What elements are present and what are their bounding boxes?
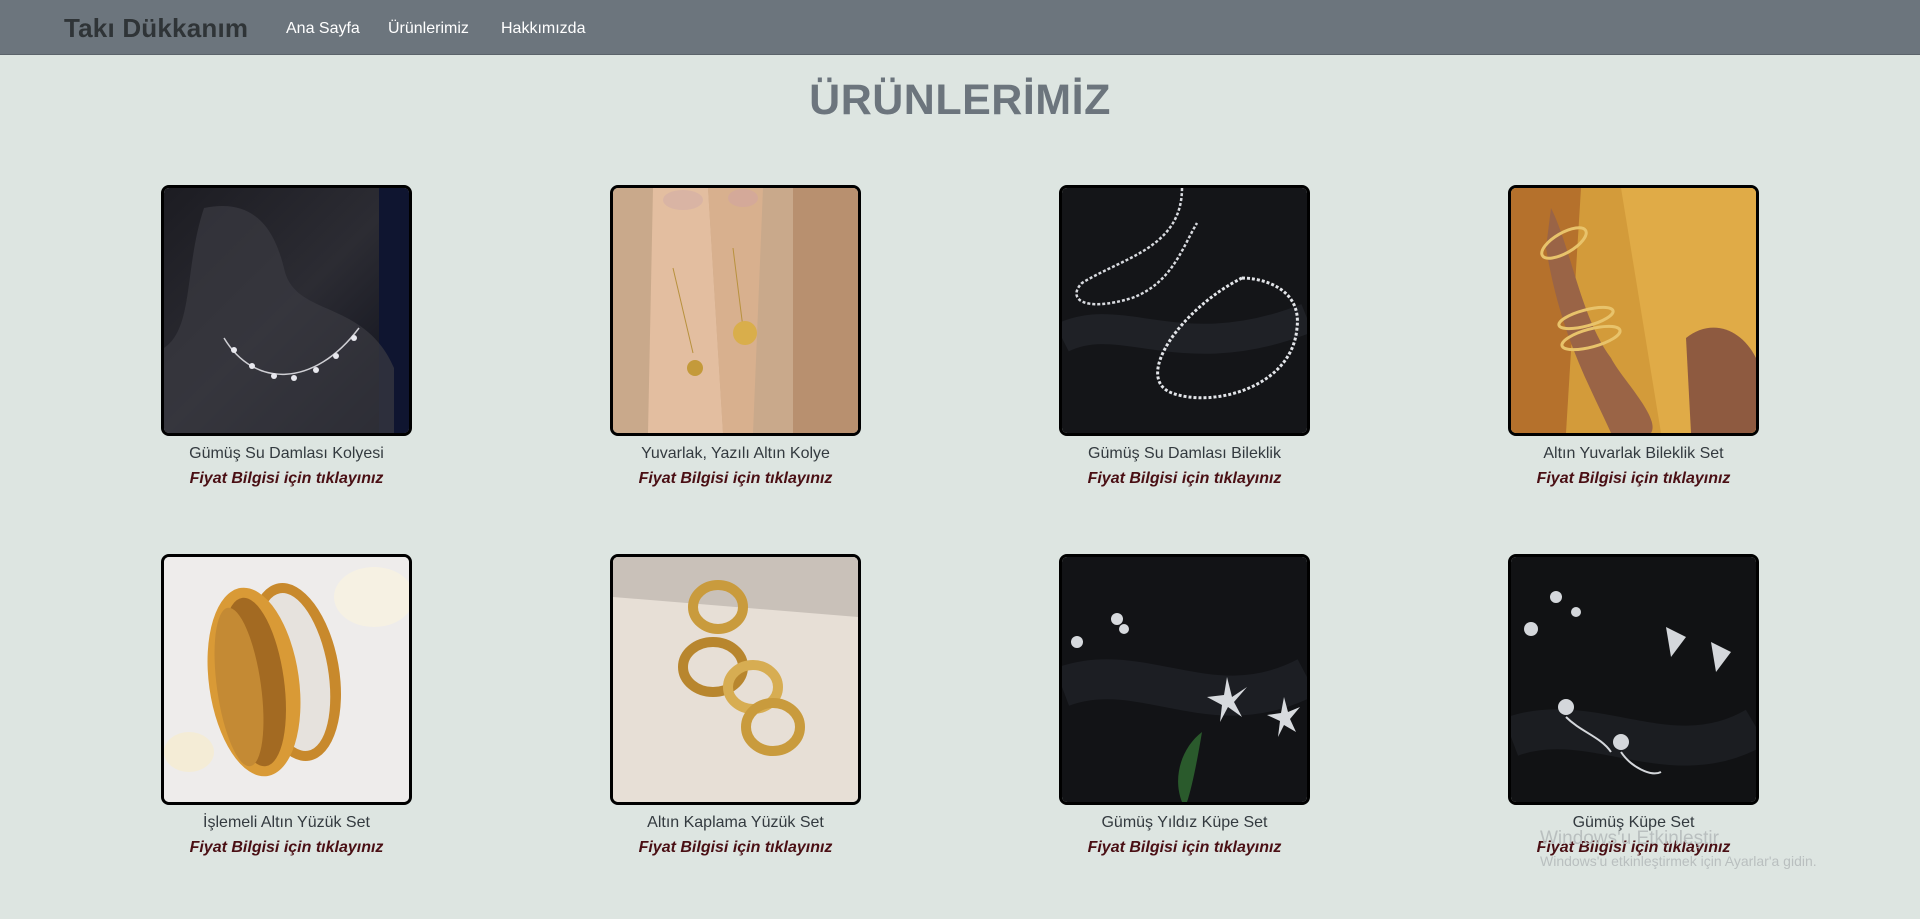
product-image-gold-engraved-necklace[interactable] (610, 185, 861, 436)
product-image-silver-bracelet[interactable] (1059, 185, 1310, 436)
watermark-title: Windows'u Etkinleştir (1540, 828, 1719, 849)
price-info-link[interactable]: Fiyat Bilgisi için tıklayınız (1488, 469, 1779, 489)
product-card: Altın Kaplama Yüzük Set Fiyat Bilgisi iç… (610, 554, 861, 858)
product-image-silver-star-earrings[interactable] (1059, 554, 1310, 805)
product-name: Altın Kaplama Yüzük Set (647, 814, 824, 831)
nav-link-home[interactable]: Ana Sayfa (286, 20, 360, 38)
price-info-link[interactable]: Fiyat Bilgisi için tıklayınız (1039, 469, 1330, 489)
product-name: Altın Yuvarlak Bileklik Set (1543, 445, 1724, 462)
top-navbar: Takı Dükkanım Ana Sayfa Ürünlerimiz Hakk… (0, 0, 1920, 55)
product-name: Gümüş Su Damlası Kolyesi (189, 445, 384, 462)
product-card: Gümüş Yıldız Küpe Set Fiyat Bilgisi için… (1059, 554, 1310, 858)
product-card: Yuvarlak, Yazılı Altın Kolye Fiyat Bilgi… (610, 185, 861, 489)
price-info-link[interactable]: Fiyat Bilgisi için tıklayınız (141, 469, 432, 489)
product-card: Altın Yuvarlak Bileklik Set Fiyat Bilgis… (1508, 185, 1759, 489)
product-card: İşlemeli Altın Yüzük Set Fiyat Bilgisi i… (161, 554, 412, 858)
watermark-subtitle: Windows'u etkinleştirmek için Ayarlar'a … (1540, 853, 1817, 869)
brand-logo-link[interactable]: Takı Dükkanım (64, 13, 248, 44)
nav-link-about[interactable]: Hakkımızda (501, 20, 585, 38)
product-image-silver-earrings-set[interactable] (1508, 554, 1759, 805)
product-card: Gümüş Su Damlası Bileklik Fiyat Bilgisi … (1059, 185, 1310, 489)
windows-activation-watermark: Windows'u Etkinleştir Windows'u etkinleş… (1540, 828, 1817, 870)
price-info-link[interactable]: Fiyat Bilgisi için tıklayınız (141, 838, 432, 858)
product-image-engraved-gold-cuffs[interactable] (161, 554, 412, 805)
product-card: Gümüş Su Damlası Kolyesi Fiyat Bilgisi i… (161, 185, 412, 489)
page-title: ÜRÜNLERİMİZ (809, 76, 1111, 124)
product-name: Yuvarlak, Yazılı Altın Kolye (641, 445, 830, 462)
product-card: Gümüş Küpe Set Fiyat Bilgisi için tıklay… (1508, 554, 1759, 858)
nav-link-products[interactable]: Ürünlerimiz (388, 20, 469, 38)
price-info-link[interactable]: Fiyat Bilgisi için tıklayınız (1039, 838, 1330, 858)
product-name: Gümüş Yıldız Küpe Set (1101, 814, 1268, 831)
product-image-gold-bangles[interactable] (1508, 185, 1759, 436)
price-info-link[interactable]: Fiyat Bilgisi için tıklayınız (590, 469, 881, 489)
product-image-silver-teardrop-necklace[interactable] (161, 185, 412, 436)
product-image-stacked-gold-rings[interactable] (610, 554, 861, 805)
price-info-link[interactable]: Fiyat Bilgisi için tıklayınız (590, 838, 881, 858)
product-name: İşlemeli Altın Yüzük Set (203, 814, 370, 831)
product-name: Gümüş Su Damlası Bileklik (1088, 445, 1281, 462)
